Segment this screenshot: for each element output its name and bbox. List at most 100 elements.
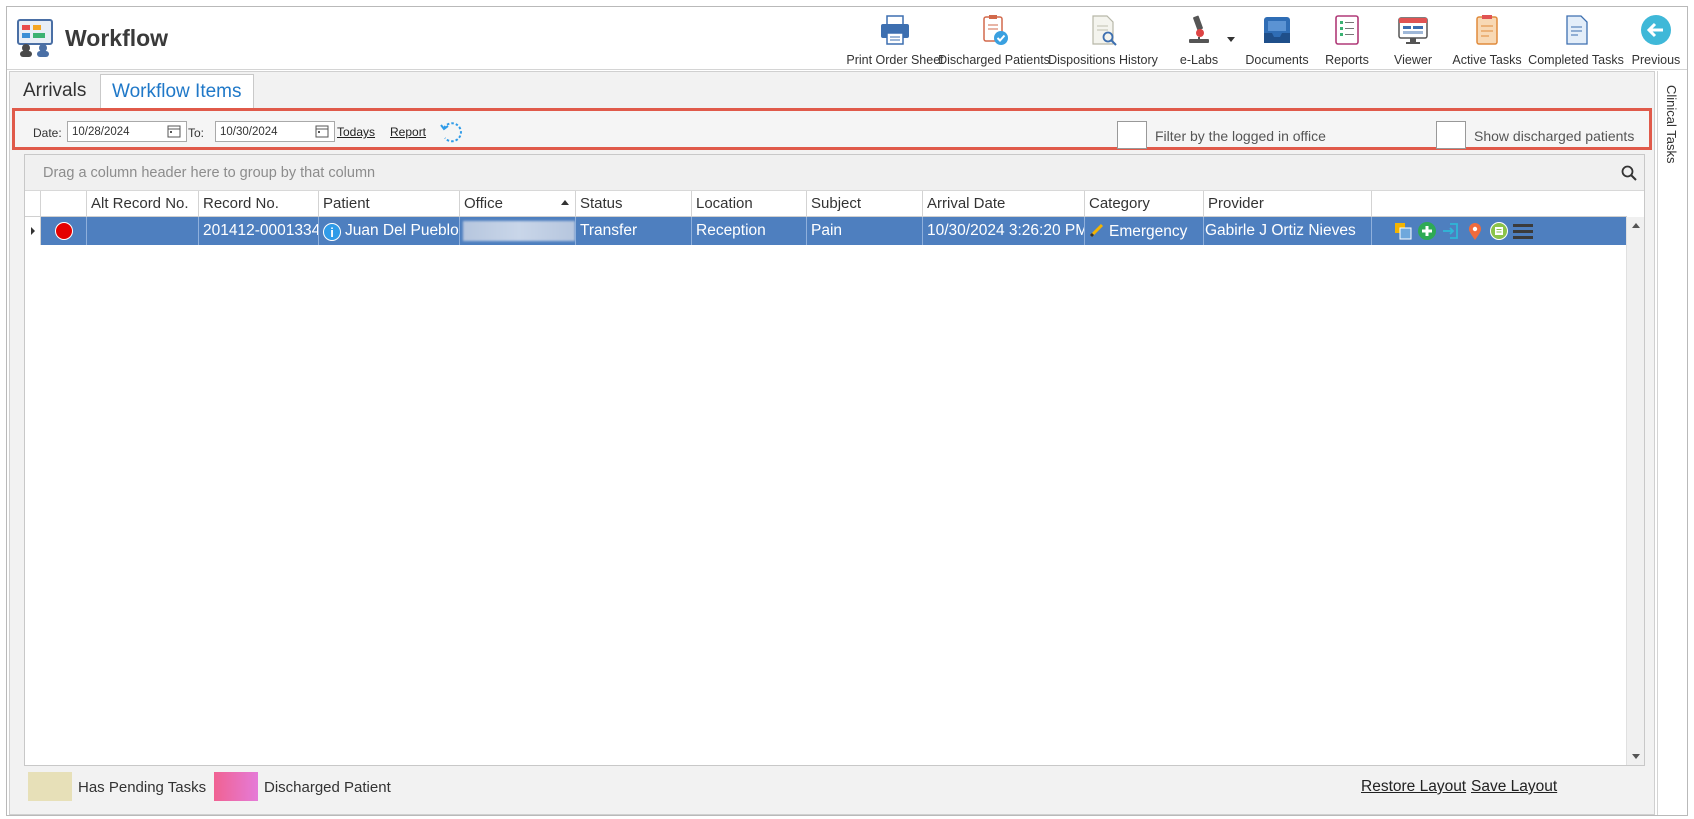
cell-arrival-date: 10/30/2024 3:26:20 PM [923,217,1085,245]
e-labs-button[interactable]: e-Labs [1159,9,1239,69]
calendar-icon[interactable] [167,124,181,138]
sign-in-icon[interactable] [1441,221,1461,241]
clipboard-check-icon [983,15,1008,45]
pending-tasks-swatch [28,772,72,801]
header-bar: Workflow Print Order Sheet Discharged Pa… [7,7,1687,70]
scroll-down-icon[interactable] [1632,754,1640,759]
date-label: Date: [33,126,62,140]
refresh-icon[interactable] [439,119,465,145]
col-office[interactable]: Office [460,191,576,217]
col-alt-record[interactable]: Alt Record No. [87,191,199,217]
note-bubble-icon[interactable] [1489,221,1509,241]
col-actions [1372,191,1627,217]
vertical-scrollbar[interactable] [1626,217,1644,765]
filter-office-checkbox[interactable] [1117,121,1147,149]
tab-workflow-items[interactable]: Workflow Items [100,74,254,109]
back-arrow-icon [1641,15,1671,45]
calendar-icon[interactable] [315,124,329,138]
report-link[interactable]: Report [390,125,426,139]
toolbar: Print Order Sheet Discharged Patients Di… [846,9,1687,69]
office-redacted [463,221,575,241]
workflow-window: Workflow Print Order Sheet Discharged Pa… [6,6,1688,816]
dispositions-history-button[interactable]: Dispositions History [1047,9,1159,69]
tab-arrivals[interactable]: Arrivals [12,74,97,108]
restore-layout-link[interactable]: Restore Layout [1361,778,1466,796]
chevron-down-icon[interactable] [1227,37,1235,42]
col-subject[interactable]: Subject [807,191,923,217]
viewer-button[interactable]: Viewer [1379,9,1447,69]
col-provider[interactable]: Provider [1204,191,1372,217]
info-icon[interactable]: i [323,223,341,241]
col-category[interactable]: Category [1085,191,1204,217]
previous-button[interactable]: Previous [1625,9,1687,69]
monitor-icon [1398,17,1428,44]
cell-flag [41,217,87,245]
discharged-patient-swatch [214,772,258,801]
discharged-patients-button[interactable]: Discharged Patients [938,9,1050,69]
clinical-tasks-rail[interactable]: Clinical Tasks [1657,71,1687,815]
status-dot-icon [55,222,73,240]
e-labs-label: e-Labs [1179,53,1219,67]
show-discharged-checkbox[interactable] [1436,121,1466,149]
sort-ascending-icon [561,200,569,205]
search-icon[interactable] [1620,164,1638,182]
todays-link[interactable]: Todays [337,125,375,139]
row-indicator [25,217,41,245]
inbox-tray-icon [1264,17,1290,43]
discharged-patient-legend: Discharged Patient [264,779,391,796]
document-search-icon [1092,15,1117,46]
col-record[interactable]: Record No. [199,191,319,217]
dispositions-history-label: Dispositions History [1048,53,1158,67]
discharged-patients-label: Discharged Patients [938,53,1050,67]
task-clipboard-icon [1476,15,1498,45]
cell-record: 201412-0001334 [199,217,319,245]
show-discharged-label: Show discharged patients [1474,128,1635,144]
scroll-up-icon[interactable] [1632,223,1640,228]
category-text: Emergency [1109,223,1188,240]
cell-subject: Pain [807,217,923,245]
documents-button[interactable]: Documents [1239,9,1315,69]
reports-button[interactable]: Reports [1315,9,1379,69]
workflow-logo-icon [17,19,53,57]
filter-office-label: Filter by the logged in office [1155,128,1326,144]
menu-icon[interactable] [1513,221,1533,241]
active-tasks-button[interactable]: Active Tasks [1447,9,1527,69]
cell-status: Transfer [576,217,692,245]
tab-strip: Arrivals Workflow Items [10,72,1654,109]
completed-tasks-button[interactable]: Completed Tasks [1527,9,1625,69]
add-plus-icon[interactable] [1417,221,1437,241]
documents-label: Documents [1245,53,1309,67]
cell-category: Emergency [1085,217,1204,245]
viewer-label: Viewer [1394,53,1432,67]
table-row[interactable]: 201412-0001334 i Juan Del Pueblo Transfer… [25,217,1627,245]
cell-location: Reception [692,217,807,245]
cell-provider: Gabirle J Ortiz Nieves [1204,217,1372,245]
row-actions [1393,221,1533,241]
column-header-row: Alt Record No. Record No. Patient Office… [25,191,1627,217]
cell-office [460,217,576,245]
to-label: To: [188,126,205,140]
pencil-icon [1089,223,1104,238]
workflow-grid: Drag a column header here to group by th… [24,154,1645,766]
col-arrival-date[interactable]: Arrival Date [923,191,1085,217]
col-location[interactable]: Location [692,191,807,217]
location-pin-icon[interactable] [1465,221,1485,241]
patient-name: Juan Del Pueblo [345,222,459,239]
save-layout-link[interactable]: Save Layout [1471,778,1557,796]
col-patient[interactable]: Patient [319,191,460,217]
group-by-panel[interactable]: Drag a column header here to group by th… [25,155,1644,191]
print-order-sheet-label: Print Order Sheet [846,53,944,67]
printer-icon [881,15,909,45]
col-flag[interactable] [41,191,87,217]
print-order-sheet-button[interactable]: Print Order Sheet [846,9,944,69]
col-indicator [25,191,41,217]
col-status[interactable]: Status [576,191,692,217]
row-body[interactable]: 201412-0001334 i Juan Del Pueblo Transfer… [41,217,1627,245]
col-office-label: Office [464,195,503,212]
active-tasks-label: Active Tasks [1452,53,1522,67]
clinical-tasks-label: Clinical Tasks [1664,85,1679,164]
copy-forms-icon[interactable] [1393,221,1413,241]
pending-tasks-legend: Has Pending Tasks [78,779,207,796]
cell-alt-record [87,217,199,245]
cell-patient: i Juan Del Pueblo [319,217,460,245]
